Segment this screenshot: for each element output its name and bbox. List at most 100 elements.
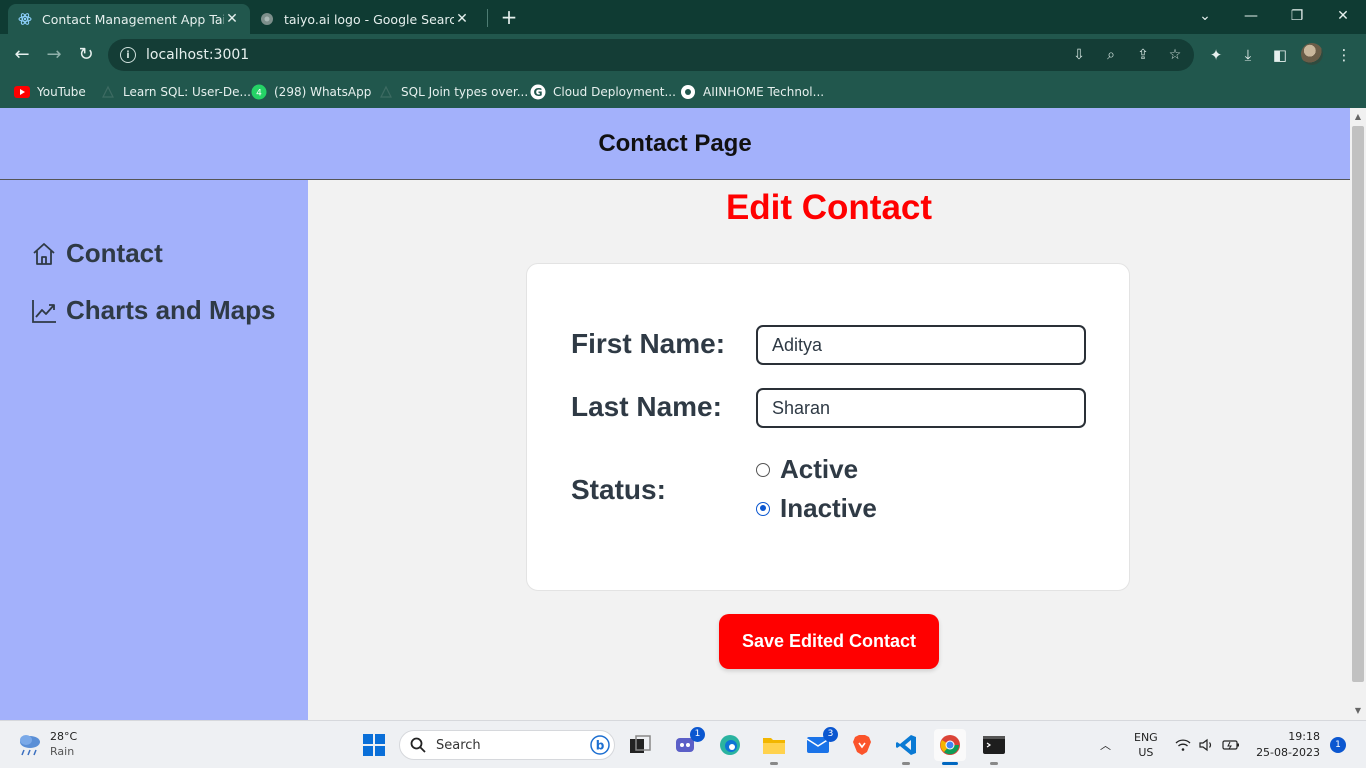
bookmark-learn-sql[interactable]: Learn SQL: User-De... xyxy=(100,82,251,102)
notification-badge[interactable]: 1 xyxy=(1330,737,1346,753)
status-label: Status: xyxy=(571,474,666,505)
side-panel-icon[interactable]: ◧ xyxy=(1267,42,1293,68)
bing-icon[interactable]: b xyxy=(590,735,610,755)
vscode-icon[interactable] xyxy=(890,729,922,765)
mail-icon[interactable]: 3 xyxy=(802,727,838,761)
profile-avatar[interactable] xyxy=(1301,43,1323,65)
bookmark-label: Cloud Deployment... xyxy=(553,85,676,99)
tray-chevron-icon[interactable]: ︿ xyxy=(1100,721,1111,769)
weather-widget[interactable]: 28°C Rain xyxy=(16,729,77,759)
bookmark-cloud-deployment[interactable]: G Cloud Deployment... xyxy=(530,82,676,102)
volume-icon[interactable] xyxy=(1199,721,1215,769)
first-name-label: First Name: xyxy=(571,328,726,359)
bookmark-label: (298) WhatsApp xyxy=(274,85,372,99)
first-name-input[interactable] xyxy=(756,325,1086,365)
tab-search-chevron-icon[interactable]: ⌄ xyxy=(1182,0,1228,34)
teams-chat-icon[interactable]: 1 xyxy=(669,727,705,761)
svg-text:b: b xyxy=(596,739,605,753)
svg-text:4: 4 xyxy=(256,89,262,99)
close-icon[interactable]: ✕ xyxy=(454,11,470,27)
scroll-down-icon[interactable]: ▼ xyxy=(1350,704,1366,718)
language-indicator[interactable]: ENG US xyxy=(1134,721,1158,769)
status-option-active[interactable]: Active xyxy=(756,454,858,485)
battery-icon[interactable] xyxy=(1222,721,1240,769)
tab-divider xyxy=(487,9,488,27)
bookmark-youtube[interactable]: YouTube xyxy=(14,82,86,102)
chart-line-icon xyxy=(32,299,56,323)
file-explorer-icon[interactable] xyxy=(758,729,790,765)
bookmark-star-icon[interactable]: ☆ xyxy=(1161,39,1189,71)
windows-start-icon[interactable] xyxy=(358,729,390,761)
radio-active[interactable] xyxy=(756,462,770,477)
teams-badge: 1 xyxy=(690,727,705,742)
sidebar: Contact Charts and Maps xyxy=(0,180,308,720)
rain-cloud-icon xyxy=(20,735,40,756)
address-bar[interactable]: i localhost:3001 ⇩ ⌕ ⇪ ☆ xyxy=(108,39,1194,71)
sidebar-item-contact[interactable]: Contact xyxy=(30,238,163,269)
radio-label-active: Active xyxy=(780,454,859,484)
sidebar-item-label: Charts and Maps xyxy=(66,295,276,325)
radio-label-inactive: Inactive xyxy=(780,493,877,523)
bookmark-whatsapp[interactable]: 4 (298) WhatsApp xyxy=(251,82,371,102)
new-tab-icon[interactable]: + xyxy=(498,5,520,29)
extensions-icon[interactable]: ✦ xyxy=(1203,42,1229,68)
sidebar-item-charts-maps[interactable]: Charts and Maps xyxy=(30,295,276,326)
terminal-icon[interactable] xyxy=(978,729,1010,765)
home-icon xyxy=(33,242,55,265)
main-content: Edit Contact First Name: Last Name: Stat… xyxy=(308,180,1350,720)
edge-icon[interactable] xyxy=(714,729,746,761)
bookmarks-bar: YouTube Learn SQL: User-De... 4 (298) Wh… xyxy=(0,76,1366,108)
search-placeholder: Search xyxy=(436,737,481,753)
forward-icon[interactable]: → xyxy=(41,42,67,68)
page-icon xyxy=(378,84,394,100)
site-info-icon[interactable]: i xyxy=(120,47,136,63)
close-icon[interactable]: ✕ xyxy=(224,11,240,27)
running-indicator xyxy=(990,762,998,765)
radio-inactive[interactable] xyxy=(756,501,770,516)
url-text: localhost:3001 xyxy=(146,47,250,63)
status-option-inactive[interactable]: Inactive xyxy=(756,493,877,524)
running-indicator xyxy=(942,762,958,765)
brave-icon[interactable] xyxy=(846,729,878,761)
downloads-icon[interactable]: ⤓ xyxy=(1235,42,1261,68)
sidebar-item-label: Contact xyxy=(66,238,163,268)
task-view-icon[interactable] xyxy=(624,729,656,761)
page-scrollbar[interactable]: ▲ ▼ xyxy=(1350,108,1366,720)
whatsapp-icon: 4 xyxy=(251,84,267,100)
browser-toolbar: ← → ↻ i localhost:3001 ⇩ ⌕ ⇪ ☆ ✦ ⤓ ◧ ⋮ xyxy=(0,34,1366,76)
system-clock[interactable]: 19:18 25-08-2023 xyxy=(1256,729,1320,761)
windows-taskbar: 28°C Rain Search b 1 3 ︿ ENG US 19:18 25… xyxy=(0,720,1366,768)
restore-icon[interactable]: ❐ xyxy=(1274,0,1320,34)
bookmark-label: AIINHOME Technol... xyxy=(703,85,825,99)
chrome-icon[interactable] xyxy=(934,729,966,765)
wifi-icon[interactable] xyxy=(1175,721,1191,769)
install-icon[interactable]: ⇩ xyxy=(1065,39,1093,71)
window-close-icon[interactable]: ✕ xyxy=(1320,0,1366,34)
tab-contact-management[interactable]: Contact Management App Taiyo ✕ xyxy=(8,4,250,34)
bookmark-aiinhome[interactable]: AIINHOME Technol... xyxy=(680,82,824,102)
scroll-up-icon[interactable]: ▲ xyxy=(1350,110,1366,124)
taskbar-search[interactable]: Search b xyxy=(399,730,615,760)
mail-badge: 3 xyxy=(823,727,838,742)
bookmark-label: YouTube xyxy=(37,85,86,99)
running-indicator xyxy=(902,762,910,765)
last-name-input[interactable] xyxy=(756,388,1086,428)
reload-icon[interactable]: ↻ xyxy=(73,42,99,68)
bookmark-sql-join[interactable]: SQL Join types over... xyxy=(378,82,528,102)
lang-bottom: US xyxy=(1138,746,1154,759)
weather-temp: 28°C xyxy=(50,730,78,743)
bookmark-label: Learn SQL: User-De... xyxy=(123,85,251,99)
save-edited-contact-button[interactable]: Save Edited Contact xyxy=(719,614,939,669)
globe-icon xyxy=(260,12,274,26)
scrollbar-thumb[interactable] xyxy=(1352,126,1364,682)
share-icon[interactable]: ⇪ xyxy=(1129,39,1157,71)
running-indicator xyxy=(770,762,778,765)
tab-google-search[interactable]: taiyo.ai logo - Google Search ✕ xyxy=(250,4,480,34)
svg-text:G: G xyxy=(533,86,542,99)
bookmark-label: SQL Join types over... xyxy=(401,85,529,99)
weather-desc: Rain xyxy=(50,745,75,758)
menu-kebab-icon[interactable]: ⋮ xyxy=(1331,42,1357,68)
back-icon[interactable]: ← xyxy=(9,42,35,68)
zoom-icon[interactable]: ⌕ xyxy=(1097,39,1125,71)
minimize-icon[interactable]: — xyxy=(1228,0,1274,34)
